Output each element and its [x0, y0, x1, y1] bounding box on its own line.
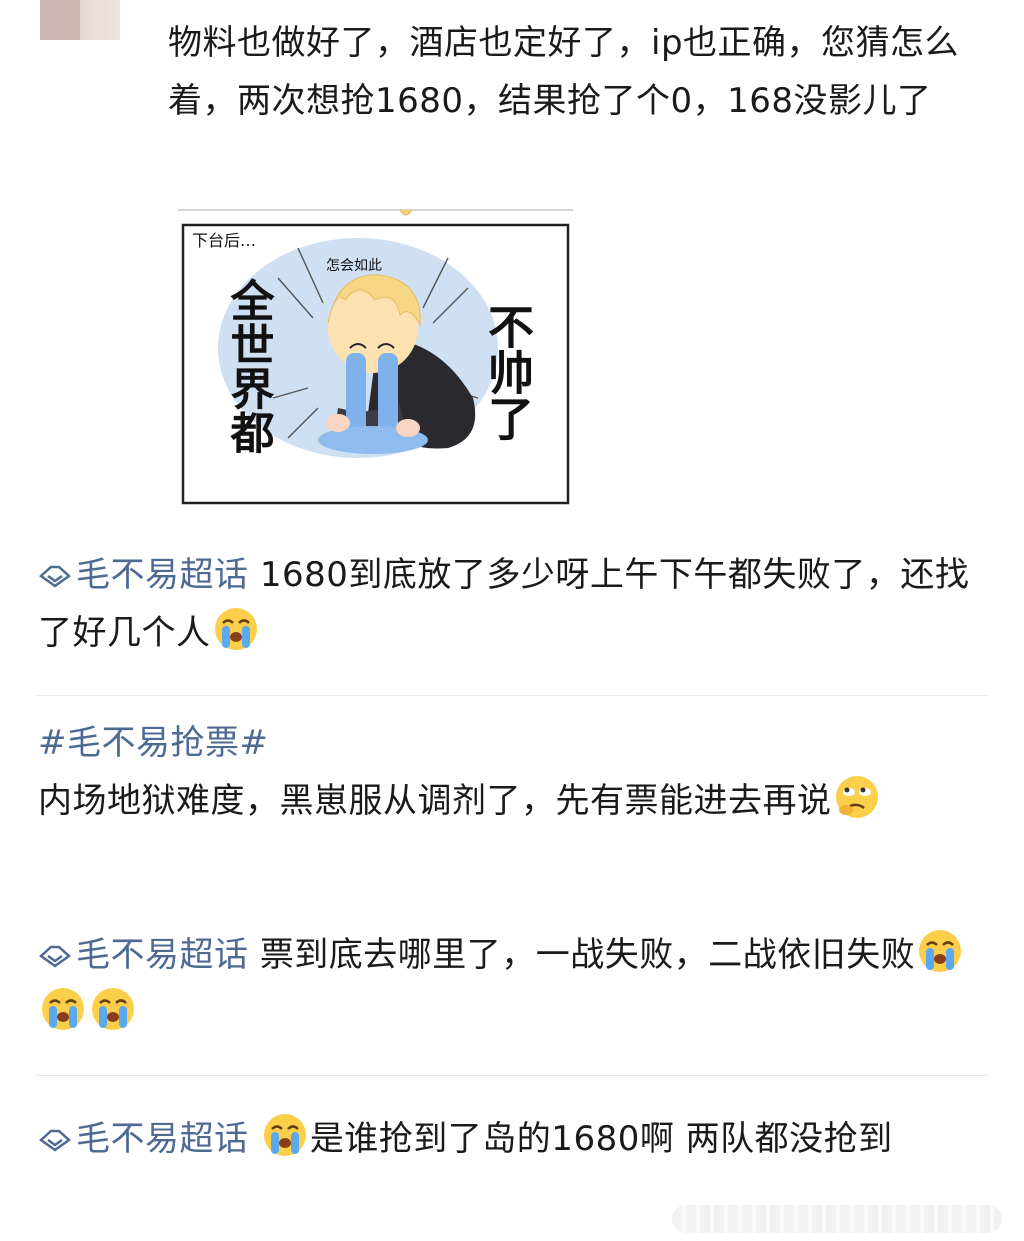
- comment-4: 毛不易超话 是谁抢到了岛的1680啊 两队都没抢到: [38, 1110, 988, 1168]
- meme-corner-caption: 下台后…: [192, 231, 256, 250]
- crying-face-emoji: [919, 930, 962, 972]
- meme-right-text: 不帅了: [481, 303, 535, 441]
- comment-text: 内场地狱难度，黑崽服从调剂了，先有票能进去再说: [38, 781, 832, 821]
- post-text: 物料也做好了，酒店也定好了，ip也正确，您猜怎么着，两次想抢1680，结果抢了个…: [168, 23, 960, 121]
- meme-small-caption: 怎会如此: [326, 258, 382, 274]
- comment-text: 是谁抢到了岛的1680啊 两队都没抢到: [309, 1119, 893, 1159]
- crying-face-emoji: [214, 608, 257, 650]
- super-topic-label: 毛不易超话: [76, 555, 249, 595]
- super-topic-icon: [39, 945, 71, 968]
- divider: [36, 1075, 988, 1076]
- comment-2: #毛不易抢票# 内场地狱难度，黑崽服从调剂了，先有票能进去再说: [38, 714, 988, 830]
- thinking-rolling-eyes-emoji: [835, 776, 878, 818]
- super-topic-link[interactable]: 毛不易超话: [38, 555, 249, 595]
- watermark: [672, 1205, 1002, 1233]
- super-topic-label: 毛不易超话: [76, 935, 249, 975]
- crying-face-emoji: [92, 988, 134, 1030]
- hashtag-link[interactable]: #毛不易抢票#: [38, 723, 268, 763]
- super-topic-label: 毛不易超话: [76, 1119, 249, 1159]
- crying-face-emoji: [42, 988, 84, 1030]
- divider: [36, 695, 988, 696]
- super-topic-link[interactable]: 毛不易超话: [38, 1119, 249, 1159]
- comment-3: 毛不易超话 票到底去哪里了，一战失败，二战依旧失败: [38, 926, 988, 1042]
- comment-1: 毛不易超话 1680到底放了多少呀上午下午都失败了，还找了好几个人: [38, 546, 988, 662]
- super-topic-icon: [39, 1129, 71, 1152]
- crying-face-emoji: [263, 1114, 306, 1156]
- avatar[interactable]: [40, 0, 120, 40]
- super-topic-link[interactable]: 毛不易超话: [38, 935, 249, 975]
- super-topic-icon: [39, 565, 71, 588]
- comment-text: 票到底去哪里了，一战失败，二战依旧失败: [259, 935, 916, 975]
- meme-left-text: 全世界都: [223, 277, 276, 454]
- meme-image[interactable]: 下台后… 怎会如此 全世界都 不帅了: [178, 208, 573, 506]
